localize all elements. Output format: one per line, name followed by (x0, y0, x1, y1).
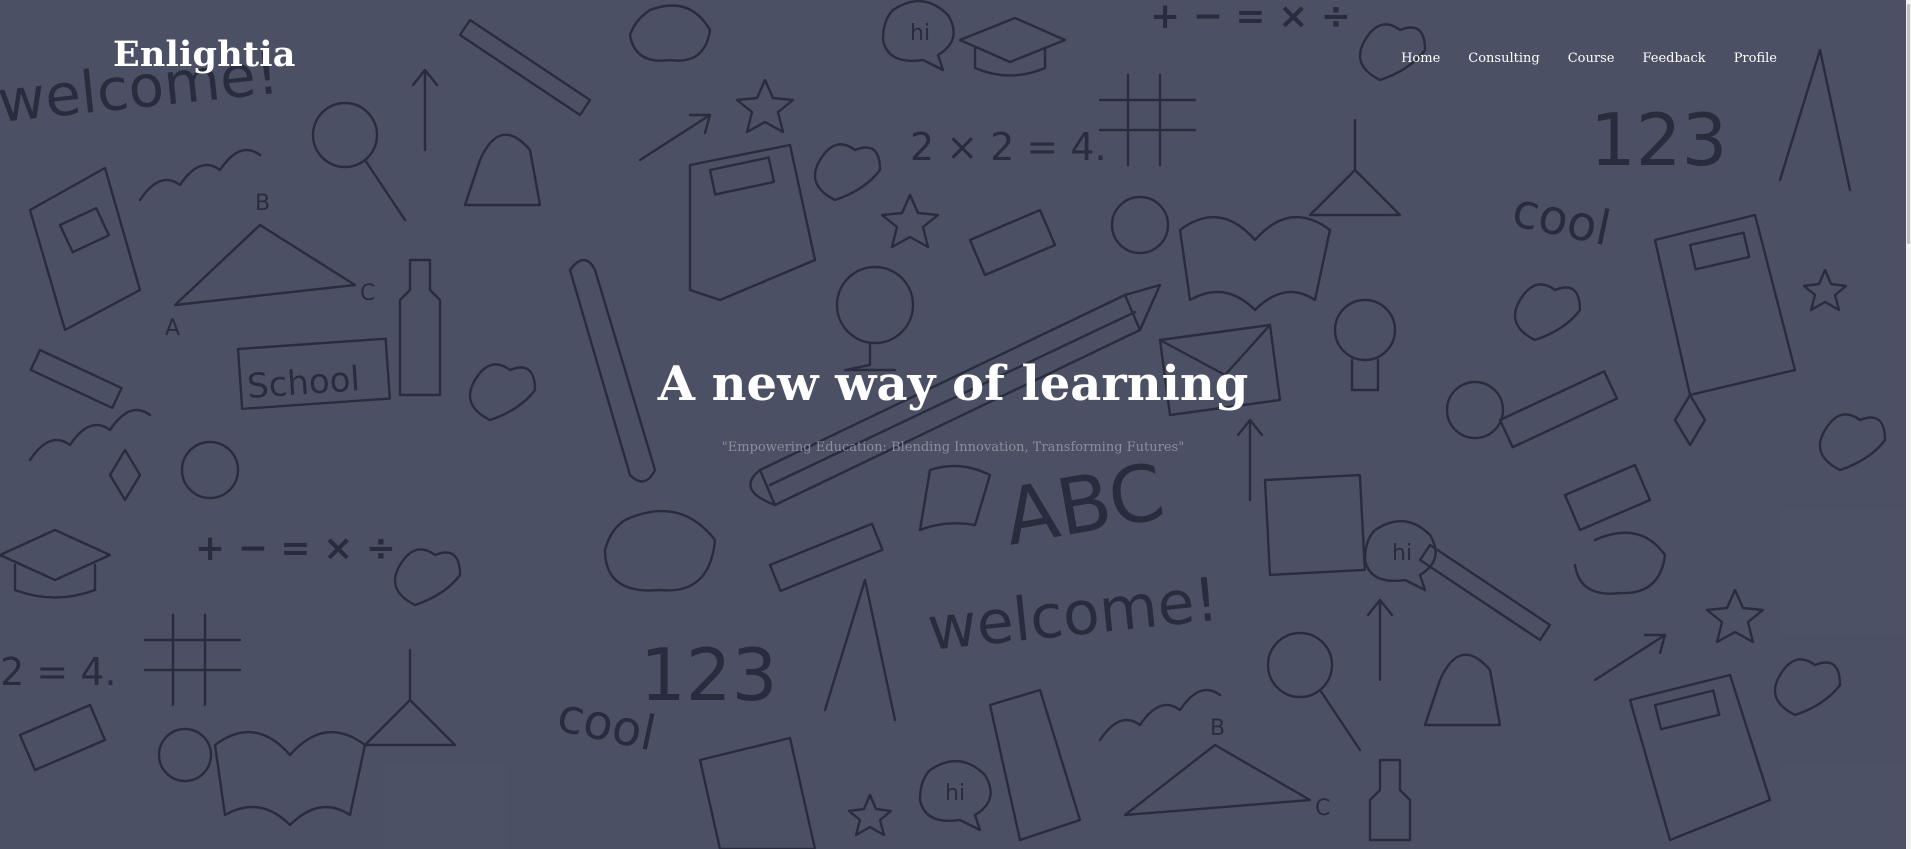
nav-link-home[interactable]: Home (1401, 51, 1440, 66)
hero-section: welcome! welcome! + − = × ÷ + − = × ÷ 2 … (0, 0, 1906, 849)
page-scrollbar-thumb[interactable] (1907, 4, 1910, 244)
nav-link-course[interactable]: Course (1568, 51, 1615, 66)
brand-logo-link[interactable]: Enlightia (113, 34, 296, 75)
nav-menu: Home Consulting Course Feedback Profile (1373, 51, 1777, 66)
nav-link-consulting[interactable]: Consulting (1468, 51, 1539, 66)
navbar: Enlightia Home Consulting Course Feedbac… (0, 0, 1906, 120)
hero-overlay (0, 0, 1906, 849)
hero-subtitle: "Empowering Education: Blending Innovati… (721, 440, 1185, 455)
nav-link-profile[interactable]: Profile (1734, 51, 1777, 66)
hero-title: A new way of learning (657, 356, 1249, 412)
nav-link-feedback[interactable]: Feedback (1642, 51, 1705, 66)
